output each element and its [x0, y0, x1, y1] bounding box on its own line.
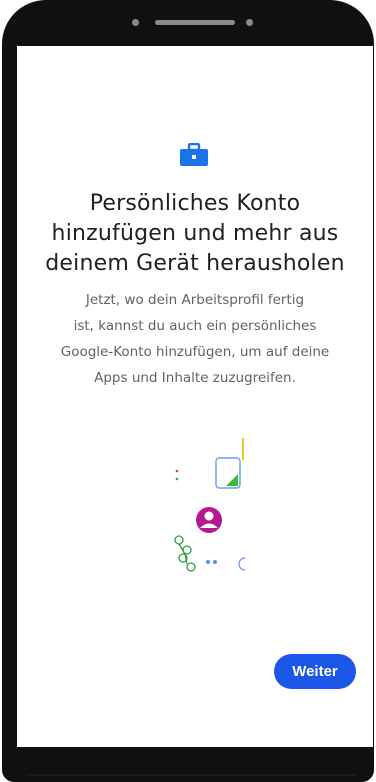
front-camera: [132, 19, 139, 26]
page: Persönliches Konto hinzufügen und mehr a…: [0, 0, 376, 782]
device-screen: Persönliches Konto hinzufügen und mehr a…: [17, 46, 373, 747]
work-profile-illustration: [157, 434, 246, 594]
bottom-bezel: [26, 774, 356, 776]
earpiece-speaker: [155, 20, 235, 25]
page-title: Persönliches Konto hinzufügen und mehr a…: [45, 191, 345, 276]
proximity-sensor: [246, 19, 253, 26]
briefcase-icon: [180, 143, 208, 166]
phone-frame: Persönliches Konto hinzufügen und mehr a…: [2, 0, 374, 782]
page-description: Jetzt, wo dein Arbeitsprofil fertig ist,…: [60, 292, 330, 386]
person-icon: [196, 507, 222, 533]
next-button[interactable]: Weiter: [274, 654, 356, 689]
